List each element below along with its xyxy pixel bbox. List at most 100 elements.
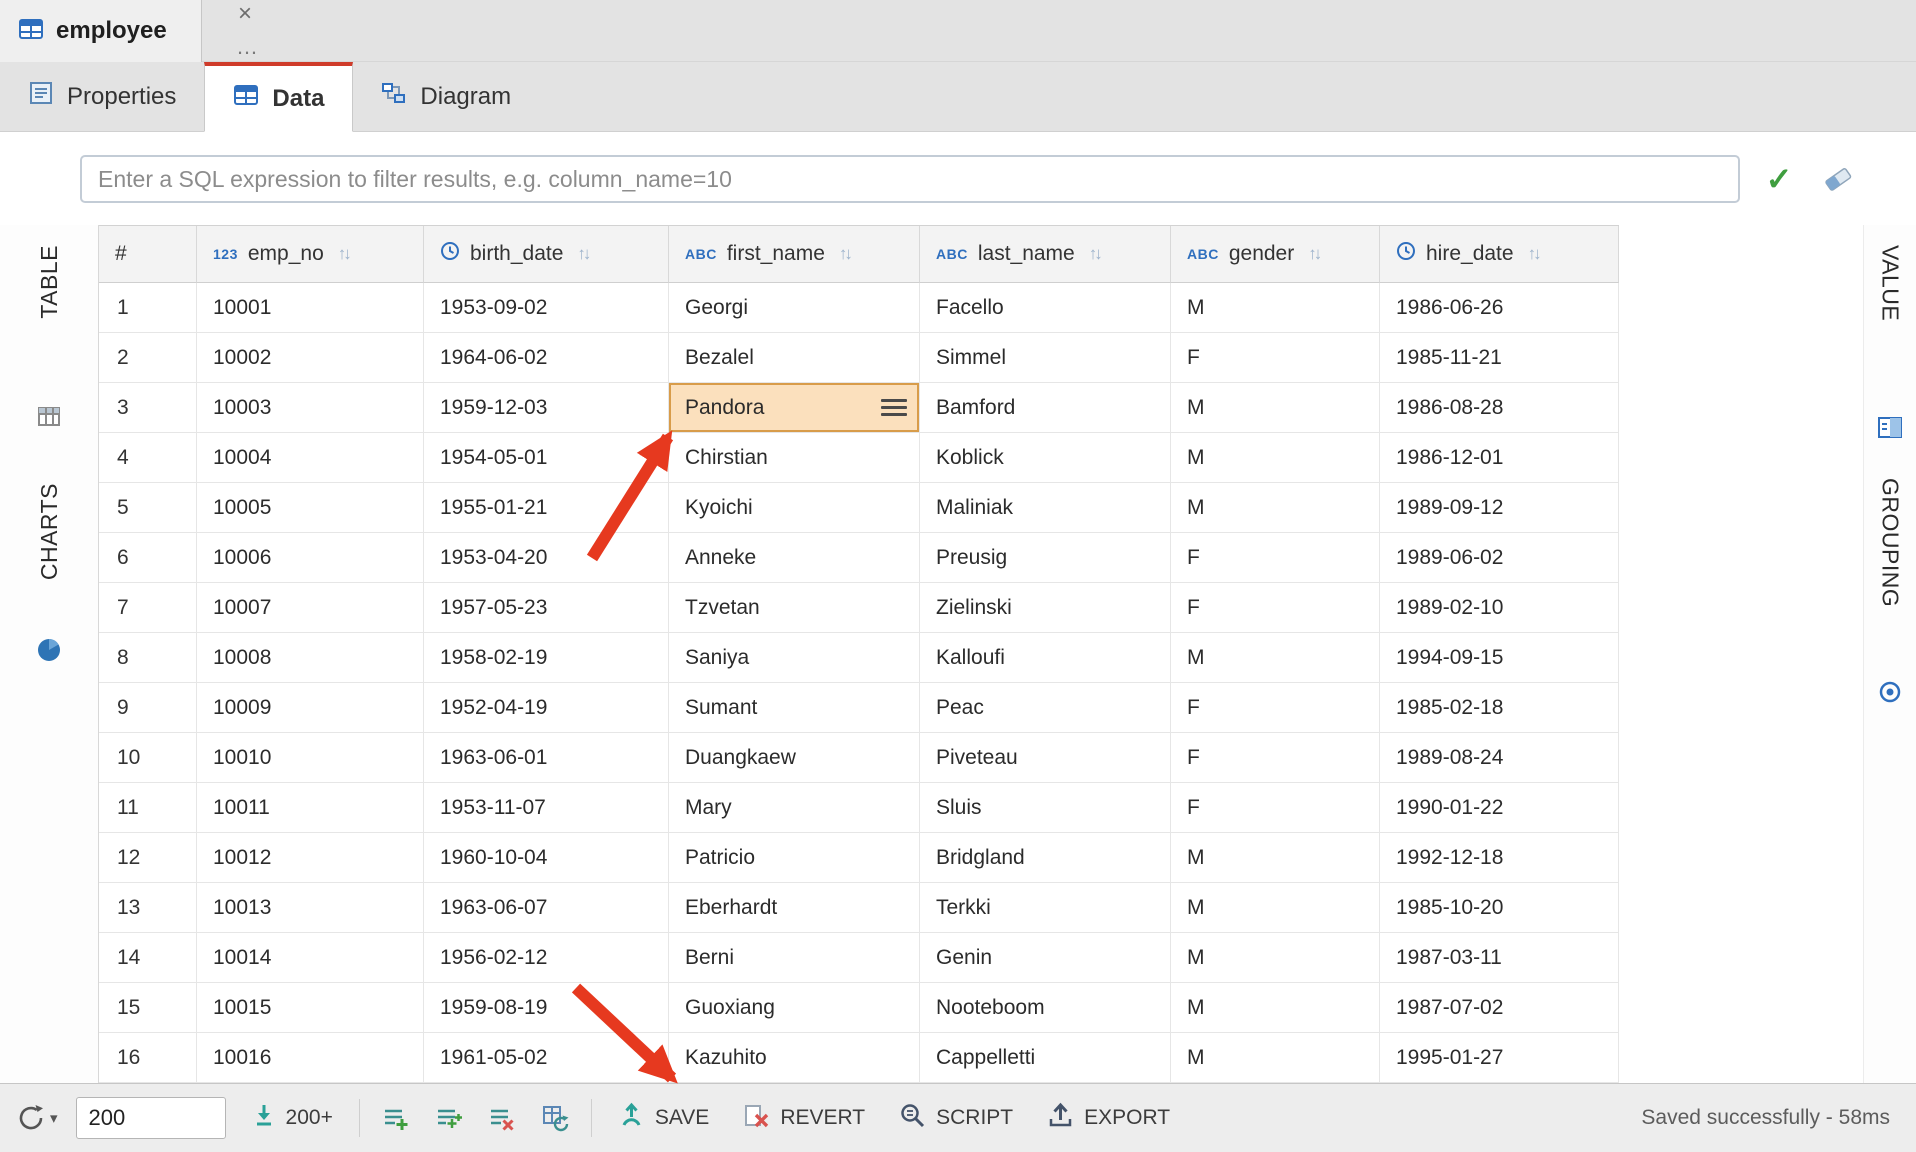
cell-gender[interactable]: F (1171, 683, 1380, 733)
cell-hire_date[interactable]: 1987-07-02 (1380, 983, 1619, 1033)
cell-gender[interactable]: M (1171, 383, 1380, 433)
cell-last_name[interactable]: Sluis (920, 783, 1171, 833)
cell-first_name[interactable]: Pandora (669, 383, 920, 433)
cell-birth_date[interactable]: 1963-06-07 (424, 883, 669, 933)
cell-emp_no[interactable]: 10003 (197, 383, 424, 433)
cell-first_name[interactable]: Bezalel (669, 333, 920, 383)
cell-last_name[interactable]: Nooteboom (920, 983, 1171, 1033)
table-panel-toggle[interactable]: TABLE (0, 245, 98, 319)
cell-hire_date[interactable]: 1986-08-28 (1380, 383, 1619, 433)
cell-hire_date[interactable]: 1989-08-24 (1380, 733, 1619, 783)
cell-emp_no[interactable]: 10010 (197, 733, 424, 783)
cell-emp_no[interactable]: 10001 (197, 283, 424, 333)
cell-last_name[interactable]: Kalloufi (920, 633, 1171, 683)
cell-first_name[interactable]: Mary (669, 783, 920, 833)
cell-birth_date[interactable]: 1952-04-19 (424, 683, 669, 733)
cell-hire_date[interactable]: 1990-01-22 (1380, 783, 1619, 833)
table-panel-icon[interactable] (0, 405, 98, 429)
column-header-birth-date[interactable]: birth_date ↑↓ (424, 226, 669, 283)
cell-first_name[interactable]: Tzvetan (669, 583, 920, 633)
close-icon[interactable]: × (238, 2, 252, 26)
tab-properties[interactable]: Properties (0, 62, 204, 131)
column-header-index[interactable]: # (99, 226, 197, 283)
cell-first_name[interactable]: Saniya (669, 633, 920, 683)
cell-emp_no[interactable]: 10015 (197, 983, 424, 1033)
cell-emp_no[interactable]: 10008 (197, 633, 424, 683)
tab-data[interactable]: Data (204, 62, 353, 132)
clear-filter-icon[interactable] (1818, 162, 1858, 198)
cell-birth_date[interactable]: 1953-11-07 (424, 783, 669, 833)
cell-emp_no[interactable]: 10012 (197, 833, 424, 883)
cell-gender[interactable]: M (1171, 883, 1380, 933)
refresh-button[interactable]: ▾ (16, 1103, 58, 1133)
cell-emp_no[interactable]: 10004 (197, 433, 424, 483)
cell-emp_no[interactable]: 10011 (197, 783, 424, 833)
cell-gender[interactable]: M (1171, 833, 1380, 883)
cell-emp_no[interactable]: 10007 (197, 583, 424, 633)
cell-birth_date[interactable]: 1963-06-01 (424, 733, 669, 783)
revert-button[interactable]: REVERT (735, 1096, 873, 1141)
cell-emp_no[interactable]: 10006 (197, 533, 424, 583)
duplicate-row-icon[interactable] (431, 1101, 466, 1136)
cell-gender[interactable]: M (1171, 1033, 1380, 1083)
cell-hire_date[interactable]: 1987-03-11 (1380, 933, 1619, 983)
save-button[interactable]: SAVE (610, 1096, 717, 1141)
cell-hire_date[interactable]: 1986-06-26 (1380, 283, 1619, 333)
tab-diagram[interactable]: Diagram (353, 62, 539, 131)
sort-icon[interactable]: ↑↓ (835, 244, 850, 264)
cell-last_name[interactable]: Preusig (920, 533, 1171, 583)
cell-emp_no[interactable]: 10009 (197, 683, 424, 733)
cell-birth_date[interactable]: 1959-12-03 (424, 383, 669, 433)
cell-emp_no[interactable]: 10005 (197, 483, 424, 533)
delete-row-icon[interactable] (484, 1101, 519, 1136)
sort-icon[interactable]: ↑↓ (1524, 244, 1539, 264)
cell-last_name[interactable]: Koblick (920, 433, 1171, 483)
grouping-panel-toggle[interactable]: GROUPING (1864, 478, 1916, 607)
cell-gender[interactable]: M (1171, 433, 1380, 483)
cell-birth_date[interactable]: 1953-09-02 (424, 283, 669, 333)
cell-birth_date[interactable]: 1958-02-19 (424, 633, 669, 683)
cell-last_name[interactable]: Genin (920, 933, 1171, 983)
fetch-more-button[interactable]: 200+ (244, 1097, 341, 1139)
cell-birth_date[interactable]: 1960-10-04 (424, 833, 669, 883)
cell-first_name[interactable]: Kazuhito (669, 1033, 920, 1083)
cell-gender[interactable]: M (1171, 983, 1380, 1033)
script-button[interactable]: SCRIPT (891, 1096, 1021, 1141)
cell-first_name[interactable]: Guoxiang (669, 983, 920, 1033)
cell-last_name[interactable]: Bridgland (920, 833, 1171, 883)
cell-gender[interactable]: F (1171, 583, 1380, 633)
column-header-first-name[interactable]: ABC first_name ↑↓ (669, 226, 920, 283)
cell-gender[interactable]: F (1171, 333, 1380, 383)
cell-hire_date[interactable]: 1992-12-18 (1380, 833, 1619, 883)
sort-icon[interactable]: ↑↓ (573, 244, 588, 264)
cell-emp_no[interactable]: 10013 (197, 883, 424, 933)
cell-birth_date[interactable]: 1957-05-23 (424, 583, 669, 633)
tab-employee[interactable]: employee (0, 0, 202, 62)
cell-first_name[interactable]: Eberhardt (669, 883, 920, 933)
sort-icon[interactable]: ↑↓ (1085, 244, 1100, 264)
cell-first_name[interactable]: Anneke (669, 533, 920, 583)
cell-birth_date[interactable]: 1964-06-02 (424, 333, 669, 383)
apply-filter-button[interactable]: ✓ (1756, 158, 1802, 200)
pie-chart-icon[interactable] (0, 637, 98, 663)
cell-emp_no[interactable]: 10016 (197, 1033, 424, 1083)
overflow-menu-icon[interactable]: … (236, 34, 259, 60)
column-header-gender[interactable]: ABC gender ↑↓ (1171, 226, 1380, 283)
sort-icon[interactable]: ↑↓ (1304, 244, 1319, 264)
cell-birth_date[interactable]: 1956-02-12 (424, 933, 669, 983)
cell-gender[interactable]: M (1171, 483, 1380, 533)
cell-last_name[interactable]: Zielinski (920, 583, 1171, 633)
grouping-panel-icon[interactable] (1864, 680, 1916, 704)
cell-first_name[interactable]: Berni (669, 933, 920, 983)
cell-gender[interactable]: F (1171, 533, 1380, 583)
cell-last_name[interactable]: Piveteau (920, 733, 1171, 783)
sort-icon[interactable]: ↑↓ (334, 244, 349, 264)
cell-first_name[interactable]: Georgi (669, 283, 920, 333)
cell-last_name[interactable]: Maliniak (920, 483, 1171, 533)
cell-first_name[interactable]: Patricio (669, 833, 920, 883)
cell-gender[interactable]: F (1171, 783, 1380, 833)
cell-last_name[interactable]: Simmel (920, 333, 1171, 383)
cell-last_name[interactable]: Terkki (920, 883, 1171, 933)
cell-birth_date[interactable]: 1959-08-19 (424, 983, 669, 1033)
cell-first_name[interactable]: Duangkaew (669, 733, 920, 783)
